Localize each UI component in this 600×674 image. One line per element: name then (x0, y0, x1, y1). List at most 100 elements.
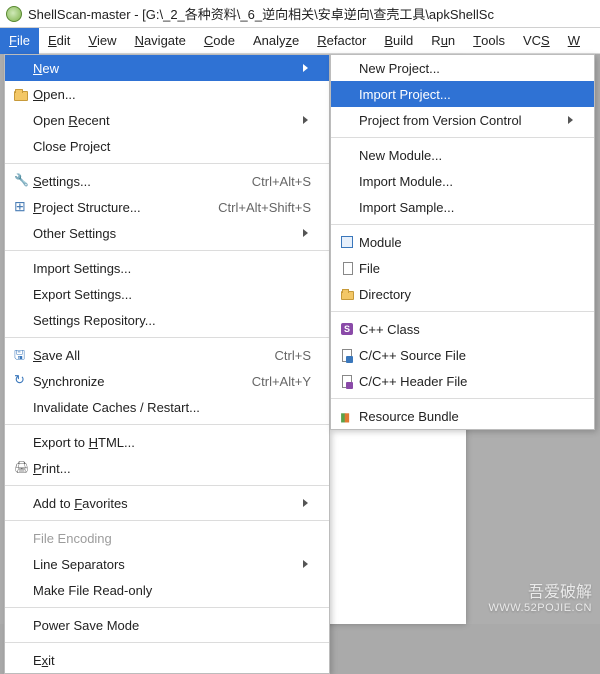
new-menu-item-module[interactable]: Module (331, 229, 594, 255)
new-menu-item-project-from-version-control[interactable]: Project from Version Control (331, 107, 594, 133)
file-menu: New Open... Open RecentClose Project Settin… (4, 54, 330, 674)
shortcut-label: Ctrl+S (251, 348, 311, 363)
file-menu-item-label: Synchronize (31, 374, 228, 389)
file-menu-item-power-save-mode[interactable]: Power Save Mode (5, 612, 329, 638)
new-menu-item-new-project[interactable]: New Project... (331, 55, 594, 81)
blank-icon (11, 137, 31, 155)
new-menu-item-directory[interactable]: Directory (331, 281, 594, 307)
file-menu-item-close-project[interactable]: Close Project (5, 133, 329, 159)
new-menu-item-label: Import Module... (357, 174, 576, 189)
new-menu-item-label: Resource Bundle (357, 409, 576, 424)
menubar-item-navigate[interactable]: Navigate (126, 28, 195, 54)
new-menu-item-new-module[interactable]: New Module... (331, 142, 594, 168)
file-menu-item-separator (5, 520, 329, 521)
file-menu-item-label: Invalidate Caches / Restart... (31, 400, 311, 415)
menubar-item-build[interactable]: Build (375, 28, 422, 54)
file-menu-item-new[interactable]: New (5, 55, 329, 81)
menubar-item-code[interactable]: Code (195, 28, 244, 54)
blank-icon (11, 59, 31, 77)
menubar-item-vcs[interactable]: VCS (514, 28, 559, 54)
new-menu-item-label: File (357, 261, 576, 276)
new-submenu: New Project... Import Project... Project f… (330, 54, 595, 430)
blank-icon (11, 529, 31, 547)
blank-icon (11, 111, 31, 129)
file-menu-item-line-separators[interactable]: Line Separators (5, 551, 329, 577)
menubar-item-file[interactable]: File (0, 28, 39, 54)
new-menu-item-import-module[interactable]: Import Module... (331, 168, 594, 194)
watermark-text: 吾爱破解 (488, 578, 592, 602)
file-menu-item-separator (5, 424, 329, 425)
file-menu-item-label: Line Separators (31, 557, 287, 572)
new-menu-item-label: Module (357, 235, 576, 250)
file-menu-item-open[interactable]: Open... (5, 81, 329, 107)
directory-icon (337, 285, 357, 303)
chevron-right-icon (303, 64, 311, 72)
blank-icon (11, 581, 31, 599)
new-menu-item-import-project[interactable]: Import Project... (331, 81, 594, 107)
file-menu-item-label: Settings Repository... (31, 313, 311, 328)
module-icon (337, 233, 357, 251)
file-menu-item-project-structure[interactable]: Project Structure...Ctrl+Alt+Shift+S (5, 194, 329, 220)
file-menu-item-label: File Encoding (31, 531, 311, 546)
file-menu-item-settings-repository[interactable]: Settings Repository... (5, 307, 329, 333)
file-menu-item-synchronize[interactable]: SynchronizeCtrl+Alt+Y (5, 368, 329, 394)
file-menu-item-separator (5, 250, 329, 251)
file-menu-item-save-all[interactable]: Save AllCtrl+S (5, 342, 329, 368)
file-icon (337, 259, 357, 277)
file-menu-item-export-settings[interactable]: Export Settings... (5, 281, 329, 307)
file-menu-item-label: Export Settings... (31, 287, 311, 302)
file-menu-item-print[interactable]: Print... (5, 455, 329, 481)
file-menu-item-add-to-favorites[interactable]: Add to Favorites (5, 490, 329, 516)
blank-icon (337, 85, 357, 103)
file-menu-item-label: Other Settings (31, 226, 287, 241)
new-menu-item-c-class[interactable]: SC++ Class (331, 316, 594, 342)
new-menu-item-label: Directory (357, 287, 576, 302)
new-menu-item-c-c-header-file[interactable]: C/C++ Header File (331, 368, 594, 394)
file-menu-item-separator (5, 642, 329, 643)
blank-icon (11, 311, 31, 329)
bundle-icon (337, 407, 357, 425)
file-menu-item-open-recent[interactable]: Open Recent (5, 107, 329, 133)
new-menu-item-resource-bundle[interactable]: Resource Bundle (331, 403, 594, 429)
window-title: ShellScan-master - [G:\_2_各种资料\_6_逆向相关\安… (28, 4, 494, 23)
new-menu-item-import-sample[interactable]: Import Sample... (331, 194, 594, 220)
cpp-header-icon (337, 372, 357, 390)
new-menu-item-label: New Project... (357, 61, 576, 76)
file-menu-item-make-file-read-only[interactable]: Make File Read-only (5, 577, 329, 603)
disk-icon (11, 346, 31, 364)
file-menu-item-exit[interactable]: Exit (5, 647, 329, 673)
new-menu-item-label: C/C++ Header File (357, 374, 576, 389)
menubar-item-view[interactable]: View (79, 28, 125, 54)
new-menu-item-label: Project from Version Control (357, 113, 552, 128)
file-menu-item-label: Exit (31, 653, 311, 668)
new-menu-item-separator (331, 398, 594, 399)
chevron-right-icon (303, 499, 311, 507)
blank-icon (11, 555, 31, 573)
menubar-item-refactor[interactable]: Refactor (308, 28, 375, 54)
file-menu-item-label: Open... (31, 87, 311, 102)
blank-icon (11, 651, 31, 669)
file-menu-item-label: Save All (31, 348, 251, 363)
new-menu-item-file[interactable]: File (331, 255, 594, 281)
menubar-item-run[interactable]: Run (422, 28, 464, 54)
blank-icon (11, 285, 31, 303)
file-menu-item-label: New (31, 61, 287, 76)
new-menu-item-separator (331, 137, 594, 138)
menubar-item-w[interactable]: W (559, 28, 584, 54)
new-menu-item-separator (331, 224, 594, 225)
new-menu-item-c-c-source-file[interactable]: C/C++ Source File (331, 342, 594, 368)
file-menu-item-label: Project Structure... (31, 200, 194, 215)
file-menu-item-export-to-html[interactable]: Export to HTML... (5, 429, 329, 455)
file-menu-item-other-settings[interactable]: Other Settings (5, 220, 329, 246)
watermark: 吾爱破解 WWW.52POJIE.CN (488, 578, 592, 614)
shortcut-label: Ctrl+Alt+S (228, 174, 311, 189)
menubar-item-analyze[interactable]: Analyze (244, 28, 308, 54)
file-menu-item-import-settings[interactable]: Import Settings... (5, 255, 329, 281)
file-menu-item-settings[interactable]: Settings...Ctrl+Alt+S (5, 168, 329, 194)
menubar-item-tools[interactable]: Tools (464, 28, 514, 54)
file-menu-item-invalidate-caches-restart[interactable]: Invalidate Caches / Restart... (5, 394, 329, 420)
menubar-item-edit[interactable]: Edit (39, 28, 79, 54)
file-menu-item-separator (5, 337, 329, 338)
blank-icon (11, 433, 31, 451)
blank-icon (337, 198, 357, 216)
